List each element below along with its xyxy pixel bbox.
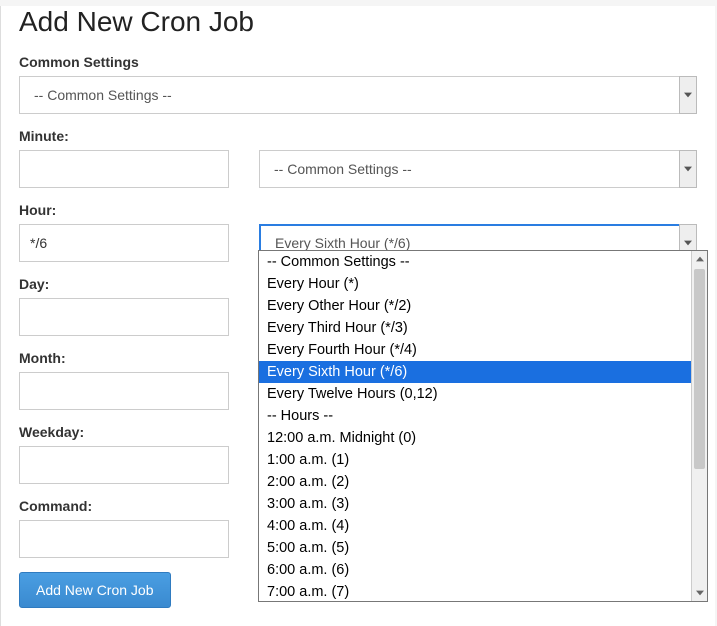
minute-select[interactable]: -- Common Settings -- bbox=[259, 150, 697, 188]
hour-dropdown-list[interactable]: -- Common Settings --Every Hour (*)Every… bbox=[259, 251, 691, 601]
minute-label: Minute: bbox=[19, 128, 697, 144]
dropdown-scrollbar[interactable] bbox=[691, 251, 707, 601]
hour-option[interactable]: -- Hours -- bbox=[259, 405, 691, 427]
common-settings-group: Common Settings -- Common Settings -- bbox=[19, 54, 697, 114]
hour-option[interactable]: Every Hour (*) bbox=[259, 273, 691, 295]
hour-option[interactable]: 4:00 a.m. (4) bbox=[259, 515, 691, 537]
scrollbar-thumb[interactable] bbox=[694, 269, 705, 469]
hour-dropdown-panel: -- Common Settings --Every Hour (*)Every… bbox=[258, 250, 708, 602]
add-cron-job-button[interactable]: Add New Cron Job bbox=[19, 572, 171, 608]
hour-option[interactable]: -- Common Settings -- bbox=[259, 251, 691, 273]
hour-label: Hour: bbox=[19, 202, 697, 218]
weekday-input[interactable] bbox=[19, 446, 229, 484]
common-settings-select[interactable]: -- Common Settings -- bbox=[19, 76, 697, 114]
hour-option[interactable]: 3:00 a.m. (3) bbox=[259, 493, 691, 515]
hour-option[interactable]: Every Twelve Hours (0,12) bbox=[259, 383, 691, 405]
command-input[interactable] bbox=[19, 520, 229, 558]
hour-input[interactable] bbox=[19, 224, 229, 262]
hour-option[interactable]: 5:00 a.m. (5) bbox=[259, 537, 691, 559]
common-settings-label: Common Settings bbox=[19, 54, 697, 70]
minute-group: Minute: -- Common Settings -- bbox=[19, 128, 697, 188]
page-title: Add New Cron Job bbox=[19, 6, 697, 38]
day-input[interactable] bbox=[19, 298, 229, 336]
month-input[interactable] bbox=[19, 372, 229, 410]
hour-option[interactable]: 2:00 a.m. (2) bbox=[259, 471, 691, 493]
minute-input[interactable] bbox=[19, 150, 229, 188]
hour-option[interactable]: Every Other Hour (*/2) bbox=[259, 295, 691, 317]
hour-option[interactable]: Every Third Hour (*/3) bbox=[259, 317, 691, 339]
hour-option[interactable]: 1:00 a.m. (1) bbox=[259, 449, 691, 471]
scroll-down-icon[interactable] bbox=[692, 585, 707, 601]
hour-option[interactable]: Every Fourth Hour (*/4) bbox=[259, 339, 691, 361]
hour-option[interactable]: 6:00 a.m. (6) bbox=[259, 559, 691, 581]
hour-option[interactable]: 7:00 a.m. (7) bbox=[259, 581, 691, 601]
minute-select-wrap: -- Common Settings -- bbox=[259, 150, 697, 188]
hour-option[interactable]: 12:00 a.m. Midnight (0) bbox=[259, 427, 691, 449]
common-settings-select-wrap: -- Common Settings -- bbox=[19, 76, 697, 114]
hour-option[interactable]: Every Sixth Hour (*/6) bbox=[259, 361, 691, 383]
scroll-up-icon[interactable] bbox=[692, 251, 707, 267]
